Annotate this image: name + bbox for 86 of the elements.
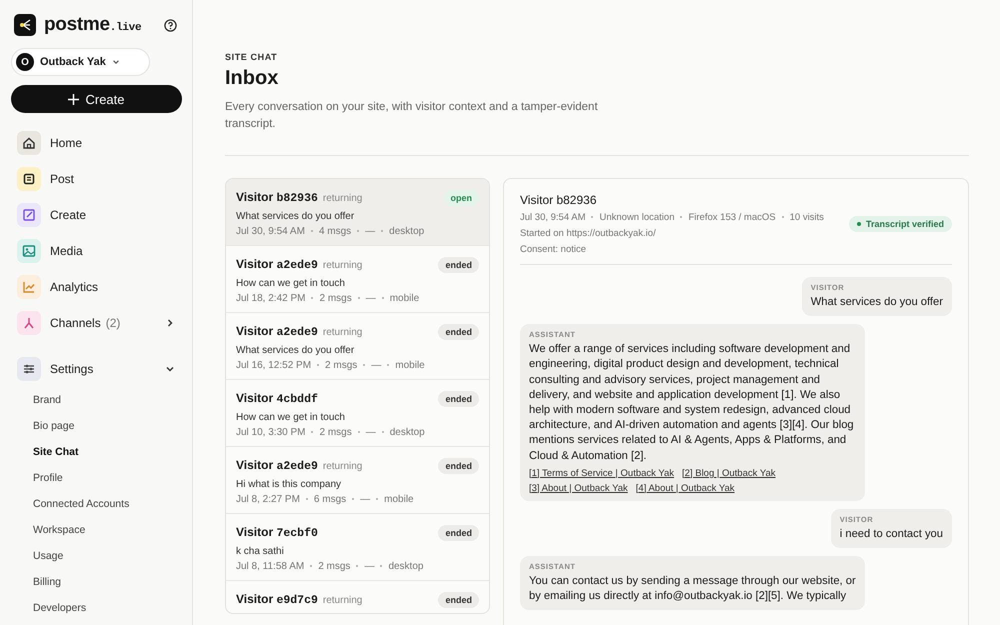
section-label: SITE CHAT xyxy=(225,52,278,62)
fork-icon xyxy=(17,311,41,335)
start-url: Started on https://outbackyak.io/ xyxy=(520,228,656,239)
page-description: Every conversation on your site, with visitor context and a tamper-evident transcript. xyxy=(225,100,599,132)
status-badge: ended xyxy=(438,458,479,474)
message-preview: k cha sathi xyxy=(236,546,285,557)
page-title: Inbox xyxy=(225,67,278,90)
nav-subitem[interactable]: Connected Accounts xyxy=(0,491,130,517)
visitor-name: Visitor 4cbddf xyxy=(236,391,318,406)
visitor-name: Visitor a2ede9 xyxy=(236,257,318,272)
nav-subitem[interactable]: Brand xyxy=(0,387,62,413)
conversation-item[interactable]: Visitor a2ede9 returning ended Hi what is this company Jul 8, 2:27 PM 6 msgs — mobile xyxy=(226,447,489,514)
chevron-down-icon xyxy=(112,58,120,66)
message-preview: Hi what is this company xyxy=(236,479,342,490)
conversation-item[interactable]: Visitor a2ede9 returning ended How can we get in touch Jul 18, 2:42 PM 2 msgs — mobile xyxy=(226,246,489,313)
sliders-icon xyxy=(17,357,41,381)
status-badge: ended xyxy=(438,324,479,340)
conversation-meta: Jul 8, 2:27 PM 6 msgs — mobile xyxy=(236,494,415,505)
nav-subitem[interactable]: Bio page xyxy=(0,413,74,439)
workspace-avatar: O xyxy=(16,53,34,71)
image-icon xyxy=(17,239,41,263)
verified-badge: Transcript verified xyxy=(848,216,952,232)
conversation-meta: Jul 16, 12:52 PM 2 msgs — mobile xyxy=(236,360,426,371)
conversation-meta: Jul 30, 9:54 AM 4 msgs — desktop xyxy=(236,226,426,237)
message-preview: How can we get in touch xyxy=(236,278,346,289)
conversation-meta: Jul 18, 2:42 PM 2 msgs — mobile xyxy=(236,293,420,304)
message-text: You can contact us by sending a message through our website, or by emailing us directly at info@outbackyak.io [2][5]. We typically xyxy=(529,574,856,604)
source-link[interactable]: [1] Terms of Service | Outback Yak xyxy=(529,466,674,480)
consent-status: Consent: notice xyxy=(520,244,586,255)
message-preview: What services do you offer xyxy=(236,345,356,356)
source-link[interactable]: [3] About | Outback Yak xyxy=(529,482,628,495)
nav-item[interactable]: Home xyxy=(50,136,82,150)
source-link[interactable]: [2] Blog | Outback Yak xyxy=(682,466,776,480)
house-icon xyxy=(17,131,41,155)
visitor-tag: returning xyxy=(322,260,362,271)
visitor-name: Visitor 7ecbf0 xyxy=(236,525,318,540)
conversation-meta: Jul 8, 11:58 AM 2 msgs — desktop xyxy=(236,561,424,572)
line-chart-icon xyxy=(17,275,41,299)
visitor-tag: returning xyxy=(322,461,362,472)
visitor-name: Visitor b82936 xyxy=(236,190,318,205)
conversation-meta: Jul 10, 3:30 PM 2 msgs — desktop xyxy=(236,427,426,438)
message-preview: How can we get in touch xyxy=(236,412,346,423)
visitor-title: Visitor b82936 xyxy=(520,193,596,207)
status-badge: open xyxy=(444,190,479,206)
nav-subitem[interactable]: Profile xyxy=(0,465,63,491)
nav-subitem[interactable]: Usage xyxy=(0,543,64,569)
nav-item[interactable]: Analytics xyxy=(50,280,98,294)
document-icon xyxy=(17,167,41,191)
nav-count: (2) xyxy=(106,316,120,330)
visitor-tag: returning xyxy=(322,595,362,606)
nav-subitem[interactable]: Site Chat xyxy=(0,439,79,465)
nav-subitem[interactable]: Developers xyxy=(0,595,86,621)
status-badge: ended xyxy=(438,391,479,407)
conversation-item[interactable]: Visitor 7ecbf0 ended k cha sathi Jul 8, 11:58 AM 2 msgs — desktop xyxy=(226,514,489,581)
status-badge: ended xyxy=(438,525,479,541)
message-preview: What services do you offer xyxy=(236,211,356,222)
visitor-name: Visitor a2ede9 xyxy=(236,458,318,473)
pencil-square-icon xyxy=(17,203,41,227)
brand-name: postme.live xyxy=(44,14,142,36)
nav-subitem[interactable]: Workspace xyxy=(0,517,86,543)
message-text: What services do you offer xyxy=(810,295,943,310)
nav-item[interactable]: Media xyxy=(50,244,83,258)
status-badge: ended xyxy=(438,257,479,273)
conversation-item[interactable]: Visitor a2ede9 returning ended What services do you offer Jul 16, 12:52 PM 2 msgs — mobile xyxy=(226,313,489,380)
nav-item[interactable]: Channels xyxy=(50,316,101,330)
visitor-meta: Jul 30, 9:54 AM Unknown location Firefox 153 / macOS 10 visits xyxy=(520,212,824,223)
message-text: i need to contact you xyxy=(840,526,943,542)
conversation-item[interactable]: Visitor 4cbddf ended How can we get in touch Jul 10, 3:30 PM 2 msgs — desktop xyxy=(226,380,489,447)
visitor-name: Visitor a2ede9 xyxy=(236,324,318,339)
nav-item[interactable]: Settings xyxy=(50,362,94,376)
nav-subitem[interactable]: Billing xyxy=(0,569,62,595)
source-link[interactable]: [4] About | Outback Yak xyxy=(636,482,735,495)
conversation-item[interactable]: Visitor e9d7c9 returning ended xyxy=(226,581,489,613)
status-badge: ended xyxy=(438,592,479,608)
visitor-tag: returning xyxy=(322,327,362,338)
message-text: We offer a range of services including software development and engineering, digital product design and development, technical consulting and advisory services, project management and delivery, and website and application development [1]. We also help with modern software and system redesign, advanced cloud architecture, and AI-driven automation and agents [3][4]. Our blog mentions services related to AI & Agents, Apps & Platforms, and Cloud & Automation [2]. xyxy=(529,342,855,464)
nav-item[interactable]: Create xyxy=(50,208,86,222)
logo-icon xyxy=(14,14,36,36)
visitor-name: Visitor e9d7c9 xyxy=(236,592,318,607)
nav-item[interactable]: Post xyxy=(50,172,74,186)
workspace-switcher[interactable]: O Outback Yak xyxy=(11,48,150,76)
conversation-item[interactable]: Visitor b82936 returning open What services do you offer Jul 30, 9:54 AM 4 msgs — desktop xyxy=(226,179,489,246)
plus-icon xyxy=(68,94,80,104)
create-button[interactable]: Create xyxy=(11,85,182,113)
help-icon[interactable] xyxy=(164,18,177,32)
visitor-tag: returning xyxy=(322,193,362,204)
